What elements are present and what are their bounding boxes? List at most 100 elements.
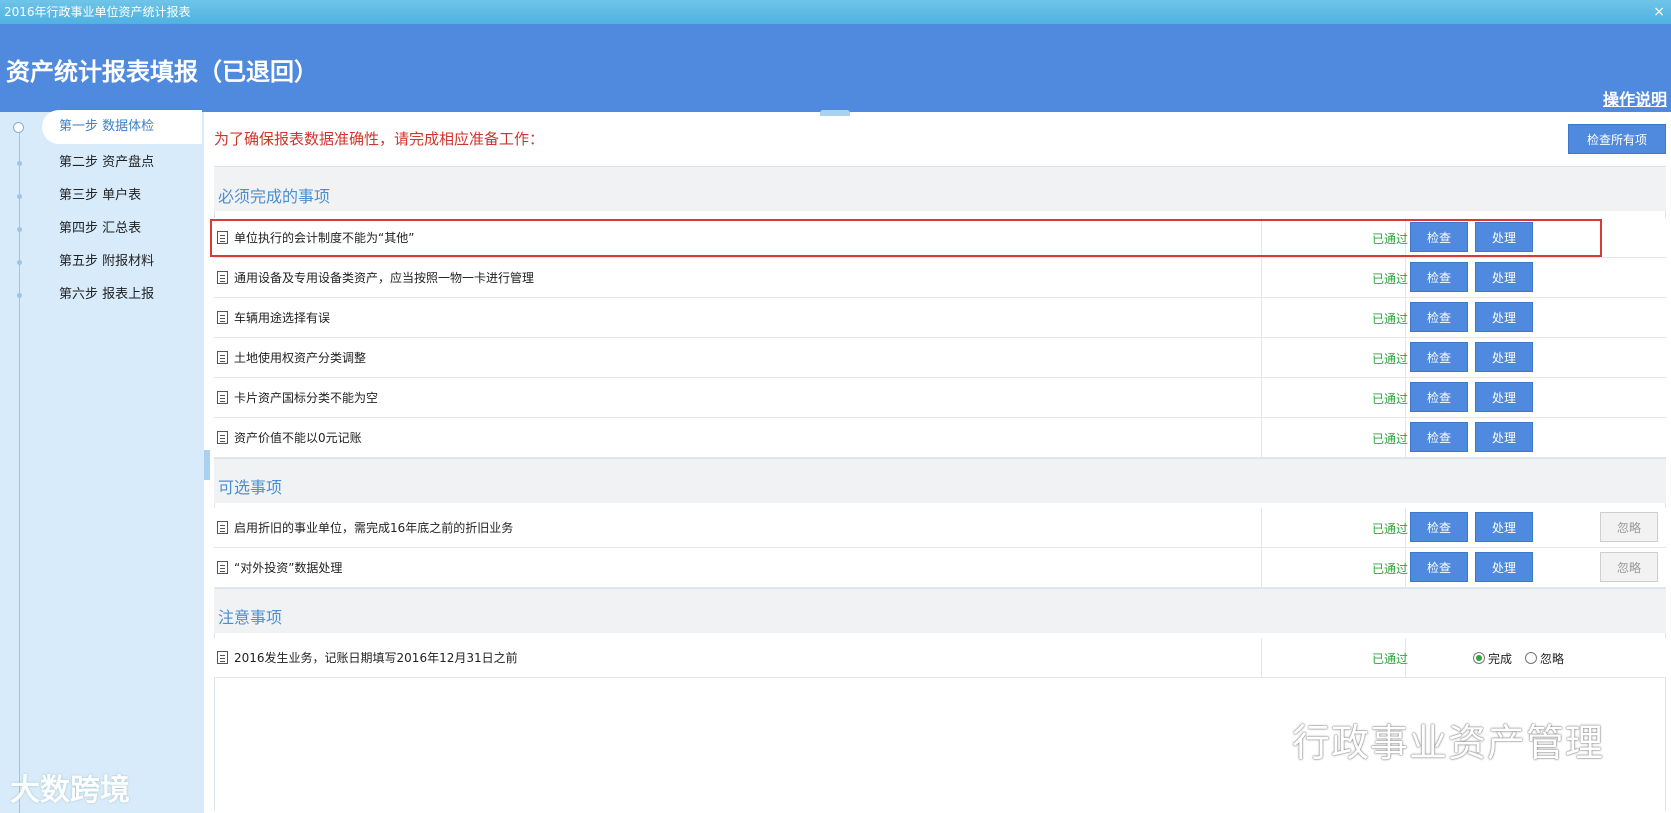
section-header-required (214, 166, 1666, 211)
column-divider (1261, 508, 1262, 547)
section-header-notice (214, 588, 1666, 633)
step-marker (17, 260, 22, 265)
document-icon (217, 231, 228, 244)
page-header: 资产统计报表填报（已退回） 操作说明 (0, 24, 1671, 116)
table-row: 土地使用权资产分类调整 已通过 检查 处理 (214, 338, 1666, 378)
document-icon (217, 651, 228, 664)
check-button[interactable]: 检查 (1410, 422, 1468, 452)
document-icon (217, 351, 228, 364)
status-badge: 已通过 (1372, 352, 1409, 366)
wechat-icon (1214, 719, 1276, 760)
table-row: 2016发生业务，记账日期填写2016年12月31日之前 已通过 完成 忽略 (214, 638, 1666, 678)
steps-timeline (19, 132, 20, 813)
watermark-right: 行政事业资产管理 (1292, 721, 1605, 765)
check-button[interactable]: 检查 (1410, 382, 1468, 412)
item-label: 2016发生业务，记账日期填写2016年12月31日之前 (234, 651, 518, 665)
step-summary-table[interactable]: 第四步 汇总表 (42, 212, 202, 246)
check-button[interactable]: 检查 (1410, 302, 1468, 332)
check-button[interactable]: 检查 (1410, 262, 1468, 292)
column-divider (1261, 418, 1262, 457)
handle-button[interactable]: 处理 (1475, 422, 1533, 452)
item-label: 资产价值不能以0元记账 (234, 431, 362, 445)
column-divider (1261, 378, 1262, 417)
window-titlebar: 2016年行政事业单位资产统计报表 × (0, 0, 1671, 24)
status-badge: 已通过 (1372, 562, 1409, 576)
step-marker-active (13, 122, 24, 133)
status-badge: 已通过 (1372, 272, 1409, 286)
window-title: 2016年行政事业单位资产统计报表 (4, 5, 191, 19)
step-marker (17, 161, 22, 166)
check-button[interactable]: 检查 (1410, 552, 1468, 582)
sidebar-collapse-handle[interactable] (204, 450, 210, 480)
step-asset-inventory[interactable]: 第二步 资产盘点 (42, 146, 202, 180)
step-single-table[interactable]: 第三步 单户表 (42, 179, 202, 213)
section-header-optional (214, 458, 1666, 503)
step-marker (17, 227, 22, 232)
table-row: 资产价值不能以0元记账 已通过 检查 处理 (214, 418, 1666, 458)
table-row: “对外投资”数据处理 已通过 检查 处理 忽略 (214, 548, 1666, 588)
document-icon (217, 311, 228, 324)
handle-button[interactable]: 处理 (1475, 342, 1533, 372)
column-divider (1261, 338, 1262, 377)
help-link[interactable]: 操作说明 (1603, 86, 1667, 110)
table-row: 通用设备及专用设备类资产，应当按照一物一卡进行管理 已通过 检查 处理 (214, 258, 1666, 298)
document-icon (217, 391, 228, 404)
column-divider (1261, 298, 1262, 337)
status-badge: 已通过 (1372, 522, 1409, 536)
status-badge: 已通过 (1372, 232, 1409, 246)
item-label: “对外投资”数据处理 (234, 561, 343, 575)
handle-button[interactable]: 处理 (1475, 552, 1533, 582)
document-icon (217, 561, 228, 574)
watermark-left: 大数跨境 (10, 773, 130, 808)
radio-done[interactable] (1473, 652, 1485, 664)
table-row: 卡片资产国标分类不能为空 已通过 检查 处理 (214, 378, 1666, 418)
intro-text: 为了确保报表数据准确性，请完成相应准备工作： (214, 130, 545, 148)
column-divider (1261, 218, 1262, 257)
item-label: 启用折旧的事业单位，需完成16年底之前的折旧业务 (234, 521, 514, 535)
item-label: 通用设备及专用设备类资产，应当按照一物一卡进行管理 (234, 271, 535, 285)
header-notch (820, 110, 850, 116)
ignore-button[interactable]: 忽略 (1600, 512, 1658, 542)
document-icon (217, 521, 228, 534)
radio-ignore-label[interactable]: 忽略 (1540, 650, 1564, 667)
table-row: 单位执行的会计制度不能为“其他” 已通过 检查 处理 (214, 218, 1666, 258)
section-title-optional: 可选事项 (218, 478, 283, 497)
page-title: 资产统计报表填报（已退回） (6, 57, 318, 86)
status-badge: 已通过 (1372, 312, 1409, 326)
section-title-notice: 注意事项 (218, 608, 283, 627)
check-all-button[interactable]: 检查所有项 (1568, 124, 1666, 154)
handle-button[interactable]: 处理 (1475, 512, 1533, 542)
item-label: 卡片资产国标分类不能为空 (234, 391, 379, 405)
radio-done-label[interactable]: 完成 (1488, 650, 1512, 667)
status-badge: 已通过 (1372, 392, 1409, 406)
column-divider (1261, 638, 1262, 677)
handle-button[interactable]: 处理 (1475, 382, 1533, 412)
column-divider (1261, 548, 1262, 587)
check-button[interactable]: 检查 (1410, 222, 1468, 252)
step-data-check[interactable]: 第一步 数据体检 (42, 110, 202, 144)
section-title-required: 必须完成的事项 (218, 187, 331, 206)
step-attachments[interactable]: 第五步 附报材料 (42, 245, 202, 279)
item-label: 车辆用途选择有误 (234, 311, 331, 325)
status-badge: 已通过 (1372, 432, 1409, 446)
handle-button[interactable]: 处理 (1475, 262, 1533, 292)
step-submit-report[interactable]: 第六步 报表上报 (42, 278, 202, 312)
check-button[interactable]: 检查 (1410, 512, 1468, 542)
step-marker (17, 293, 22, 298)
check-button[interactable]: 检查 (1410, 342, 1468, 372)
table-row: 车辆用途选择有误 已通过 检查 处理 (214, 298, 1666, 338)
document-icon (217, 271, 228, 284)
radio-ignore[interactable] (1525, 652, 1537, 664)
column-divider (1261, 258, 1262, 297)
status-badge: 已通过 (1372, 652, 1409, 666)
table-row: 启用折旧的事业单位，需完成16年底之前的折旧业务 已通过 检查 处理 忽略 (214, 508, 1666, 548)
steps-sidebar: 第一步 数据体检 第二步 资产盘点 第三步 单户表 第四步 汇总表 第五步 附报… (0, 110, 204, 813)
item-label: 单位执行的会计制度不能为“其他” (234, 231, 415, 245)
ignore-button[interactable]: 忽略 (1600, 552, 1658, 582)
step-marker (17, 194, 22, 199)
handle-button[interactable]: 处理 (1475, 222, 1533, 252)
handle-button[interactable]: 处理 (1475, 302, 1533, 332)
item-label: 土地使用权资产分类调整 (234, 351, 367, 365)
document-icon (217, 431, 228, 444)
close-icon[interactable]: × (1653, 0, 1665, 24)
